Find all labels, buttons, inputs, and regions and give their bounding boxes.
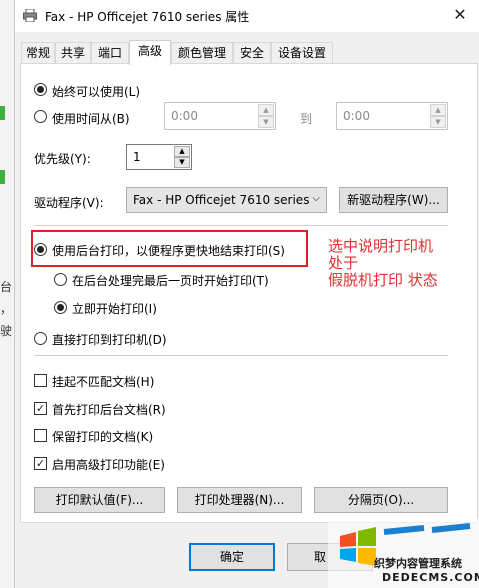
spinner-down-icon[interactable]: ▼ [174, 157, 190, 168]
start-after-last-page-radio[interactable] [54, 273, 67, 286]
print-spooled-first-label: 首先打印后台文档(R) [52, 403, 166, 417]
tab-device-settings[interactable]: 设备设置 [271, 42, 333, 64]
annotation-line: 假脱机打印 状态 [328, 271, 438, 289]
from-time-spinner[interactable]: 0:00 ▲ ▼ [164, 102, 276, 130]
keep-printed-docs-label: 保留打印的文档(K) [52, 430, 154, 444]
available-from-radio[interactable] [34, 110, 47, 123]
watermark-url-text: DEDECMS.COM [382, 571, 479, 584]
to-time-value: 0:00 [343, 109, 370, 123]
tab-ports[interactable]: 端口 [91, 42, 129, 64]
advanced-tab-panel: 始终可以使用(L) 使用时间从(B) 0:00 ▲ ▼ 到 0:00 ▲ ▼ 优… [20, 63, 478, 523]
tab-color-management[interactable]: 颜色管理 [171, 42, 233, 64]
to-label: 到 [300, 112, 313, 126]
annotation-line: 选中说明打印机 [328, 237, 434, 255]
separator [34, 355, 448, 356]
checkmark-icon: ✓ [35, 457, 46, 470]
red-annotation-note: 选中说明打印机 处于 假脱机打印 状态 [328, 238, 438, 289]
keep-printed-docs-checkbox[interactable] [34, 429, 47, 442]
from-time-value: 0:00 [171, 109, 198, 123]
hold-mismatched-label: 挂起不匹配文档(H) [52, 375, 155, 389]
printer-icon [23, 9, 37, 22]
spool-radio[interactable] [34, 243, 47, 256]
close-button[interactable]: ✕ [448, 4, 472, 26]
driver-dropdown[interactable]: Fax - HP Officejet 7610 series ⌵ [126, 187, 327, 213]
annotation-line: 处于 [328, 254, 359, 272]
background-green-marker [0, 170, 5, 184]
advanced-printing-label: 启用高级打印功能(E) [52, 458, 165, 472]
priority-spinner[interactable]: 1 ▲ ▼ [126, 144, 192, 170]
print-directly-label: 直接打印到打印机(D) [52, 333, 167, 347]
start-immediately-label: 立即开始打印(I) [72, 302, 157, 316]
checkmark-icon: ✓ [35, 402, 46, 415]
hold-mismatched-checkbox[interactable] [34, 374, 47, 387]
always-available-radio[interactable] [34, 83, 47, 96]
available-from-label: 使用时间从(B) [52, 112, 130, 126]
printer-properties-dialog: Fax - HP Officejet 7610 series 属性 ✕ 常规 共… [14, 0, 479, 588]
background-text: 驶 [0, 324, 13, 338]
tab-sharing[interactable]: 共享 [55, 42, 91, 64]
tab-advanced[interactable]: 高级 [129, 40, 171, 65]
ok-button[interactable]: 确定 [189, 543, 275, 571]
always-available-label: 始终可以使用(L) [52, 85, 141, 99]
watermark-site-text: 织梦内容管理系统 [374, 557, 462, 570]
print-spooled-first-checkbox[interactable]: ✓ [34, 402, 47, 415]
spool-label: 使用后台打印，以便程序更快地结束打印(S) [52, 244, 285, 258]
background-text: ， [0, 302, 13, 316]
driver-value: Fax - HP Officejet 7610 series [133, 193, 310, 207]
tab-general[interactable]: 常规 [21, 42, 55, 64]
close-icon: ✕ [453, 5, 467, 24]
printing-defaults-button[interactable]: 打印默认值(F)... [34, 487, 165, 513]
chevron-down-icon: ⌵ [312, 193, 320, 204]
to-time-spinner[interactable]: 0:00 ▲ ▼ [336, 102, 448, 130]
driver-label: 驱动程序(V): [34, 196, 104, 210]
start-after-last-page-label: 在后台处理完最后一页时开始打印(T) [72, 274, 269, 288]
title-bar: Fax - HP Officejet 7610 series 属性 ✕ [15, 0, 479, 32]
new-driver-button[interactable]: 新驱动程序(W)... [339, 187, 448, 213]
spinner-up-icon[interactable]: ▲ [258, 104, 274, 116]
background-text: 台 [0, 280, 13, 294]
priority-value: 1 [133, 150, 141, 164]
spinner-down-icon[interactable]: ▼ [430, 116, 446, 128]
background-green-marker [0, 106, 5, 120]
start-immediately-radio[interactable] [54, 301, 67, 314]
priority-label: 优先级(Y): [34, 152, 91, 166]
print-directly-radio[interactable] [34, 332, 47, 345]
spinner-down-icon[interactable]: ▼ [258, 116, 274, 128]
window-title: Fax - HP Officejet 7610 series 属性 [45, 10, 250, 24]
print-processor-button[interactable]: 打印处理器(N)... [177, 487, 302, 513]
separator-page-button[interactable]: 分隔页(O)... [314, 487, 448, 513]
separator [34, 225, 448, 226]
tab-security[interactable]: 安全 [233, 42, 271, 64]
advanced-printing-checkbox[interactable]: ✓ [34, 457, 47, 470]
spinner-up-icon[interactable]: ▲ [174, 146, 190, 157]
spinner-up-icon[interactable]: ▲ [430, 104, 446, 116]
